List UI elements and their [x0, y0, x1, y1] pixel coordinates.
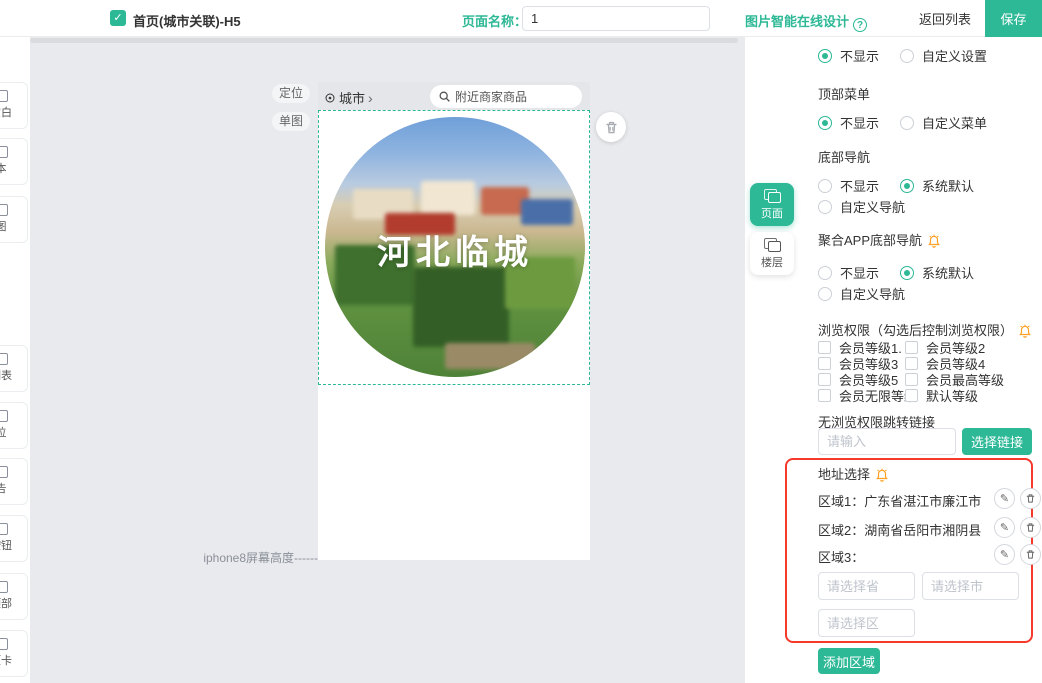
- trash-icon: [1025, 522, 1036, 533]
- radio-topmenu-hide[interactable]: 不显示: [818, 113, 879, 132]
- component-icon: [0, 581, 8, 593]
- component-card-locate[interactable]: 位: [0, 402, 28, 449]
- app-bottom-nav-title: 聚合APP底部导航: [818, 230, 941, 249]
- add-region-button[interactable]: 添加区域: [818, 648, 880, 674]
- floor-settings-button[interactable]: 楼层: [750, 232, 794, 275]
- phone-preview: 城市 › 附近商家商品 河北临城: [318, 82, 590, 560]
- image-buildings: [421, 181, 475, 215]
- component-icon: [0, 466, 8, 478]
- edit-region-button[interactable]: ✎: [994, 517, 1015, 538]
- location-icon: [324, 92, 336, 104]
- radio-topmenu-custom[interactable]: 自定义菜单: [900, 113, 987, 132]
- radio-appnav-hide[interactable]: 不显示: [818, 263, 879, 282]
- link-input[interactable]: [818, 428, 956, 455]
- image-road: [445, 343, 535, 369]
- edit-region-button[interactable]: ✎: [994, 544, 1015, 565]
- back-to-list-button[interactable]: 返回列表: [905, 0, 985, 36]
- city-image-caption: 河北临城: [325, 225, 585, 274]
- trash-icon: [604, 120, 619, 135]
- help-icon[interactable]: ?: [853, 18, 867, 32]
- radio-appnav-default[interactable]: 系统默认: [900, 263, 974, 282]
- region-row-2: 区域2：湖南省岳阳市湘阴县 ✎: [818, 517, 1033, 539]
- city-select[interactable]: [922, 572, 1019, 600]
- region-row-3: 区域3： ✎: [818, 544, 1033, 566]
- search-input[interactable]: 附近商家商品: [430, 85, 582, 108]
- delete-region-button[interactable]: [1020, 544, 1041, 565]
- component-card-image[interactable]: 图: [0, 196, 28, 243]
- page-title: 首页(城市关联)-H5: [133, 11, 241, 30]
- component-icon: [0, 353, 8, 365]
- top-menu-title: 顶部菜单: [818, 84, 870, 103]
- phone-header: 城市 › 附近商家商品: [318, 82, 590, 110]
- bottom-nav-title: 底部导航: [818, 147, 870, 166]
- page-name-label: 页面名称：: [462, 11, 527, 30]
- district-select[interactable]: [818, 609, 915, 637]
- component-icon: [0, 638, 8, 650]
- page-checkbox[interactable]: ✓: [110, 10, 126, 26]
- radio-custom-setting[interactable]: 自定义设置: [900, 46, 987, 65]
- component-card-button[interactable]: 按钮: [0, 515, 28, 562]
- save-button[interactable]: 保存: [985, 0, 1042, 37]
- component-card-tab[interactable]: 项卡: [0, 630, 28, 677]
- checkbox-level-unlimited[interactable]: 会员无限等级: [818, 386, 917, 405]
- image-roofs: [521, 199, 573, 225]
- city-selector[interactable]: 城市 ›: [324, 88, 373, 107]
- settings-panel: 不显示 自定义设置 顶部菜单 不显示 自定义菜单 底部导航 不显示 系统默认 自…: [745, 37, 1042, 683]
- page-settings-button[interactable]: 页面: [750, 183, 794, 226]
- component-icon: [0, 204, 8, 216]
- page-name-input[interactable]: [522, 6, 710, 31]
- radio-hide[interactable]: 不显示: [818, 46, 879, 65]
- bell-icon: [1018, 324, 1032, 338]
- component-icon: [0, 90, 8, 102]
- permissions-title: 浏览权限（勾选后控制浏览权限）: [818, 320, 1032, 339]
- province-select[interactable]: [818, 572, 915, 600]
- trash-icon: [1025, 549, 1036, 560]
- component-icon: [0, 523, 8, 535]
- delete-region-button[interactable]: [1020, 517, 1041, 538]
- single-image-component[interactable]: 河北临城: [318, 110, 590, 385]
- component-card-top[interactable]: 顶部: [0, 573, 28, 620]
- component-card-text[interactable]: 本: [0, 138, 28, 185]
- component-card-blank[interactable]: 空白: [0, 82, 28, 129]
- select-link-button[interactable]: 选择链接: [962, 428, 1032, 455]
- delete-component-button[interactable]: [596, 112, 626, 142]
- edit-region-button[interactable]: ✎: [994, 488, 1015, 509]
- component-card-ad[interactable]: 告: [0, 458, 28, 505]
- bell-icon: [927, 234, 941, 248]
- horizontal-scrollbar[interactable]: [30, 38, 738, 43]
- chevron-right-icon: ›: [368, 90, 373, 106]
- top-bar: ✓ 首页(城市关联)-H5 页面名称： 图片智能在线设计? 返回列表 保存: [0, 0, 1042, 37]
- checkbox-level-default[interactable]: 默认等级: [905, 386, 978, 405]
- image-trees: [413, 267, 509, 347]
- smart-design-link[interactable]: 图片智能在线设计?: [745, 11, 867, 32]
- screen-height-marker: iphone8屏幕高度------: [180, 549, 318, 566]
- region-row-1: 区域1：广东省湛江市廉江市 ✎: [818, 488, 1033, 510]
- radio-appnav-custom[interactable]: 自定义导航: [818, 284, 905, 303]
- radio-bottomnav-hide[interactable]: 不显示: [818, 176, 879, 195]
- layers-icon: [764, 189, 781, 203]
- radio-bottomnav-default[interactable]: 系统默认: [900, 176, 974, 195]
- tag-single-image[interactable]: 单图: [272, 112, 310, 131]
- design-canvas: 定位 单图 城市 › 附近商家商品: [30, 37, 745, 683]
- city-image: 河北临城: [325, 117, 585, 377]
- trash-icon: [1025, 493, 1036, 504]
- radio-bottomnav-custom[interactable]: 自定义导航: [818, 197, 905, 216]
- delete-region-button[interactable]: [1020, 488, 1041, 509]
- component-icon: [0, 146, 8, 158]
- address-title: 地址选择: [818, 464, 889, 483]
- component-card-list[interactable]: 列表: [0, 345, 28, 392]
- layers-icon: [764, 238, 781, 252]
- bell-icon: [875, 468, 889, 482]
- tag-locate[interactable]: 定位: [272, 84, 310, 103]
- component-icon: [0, 410, 8, 422]
- component-sidebar: 空白 本 图 列表 位 告 按钮 顶部 项卡: [0, 37, 30, 683]
- search-icon: [438, 90, 451, 103]
